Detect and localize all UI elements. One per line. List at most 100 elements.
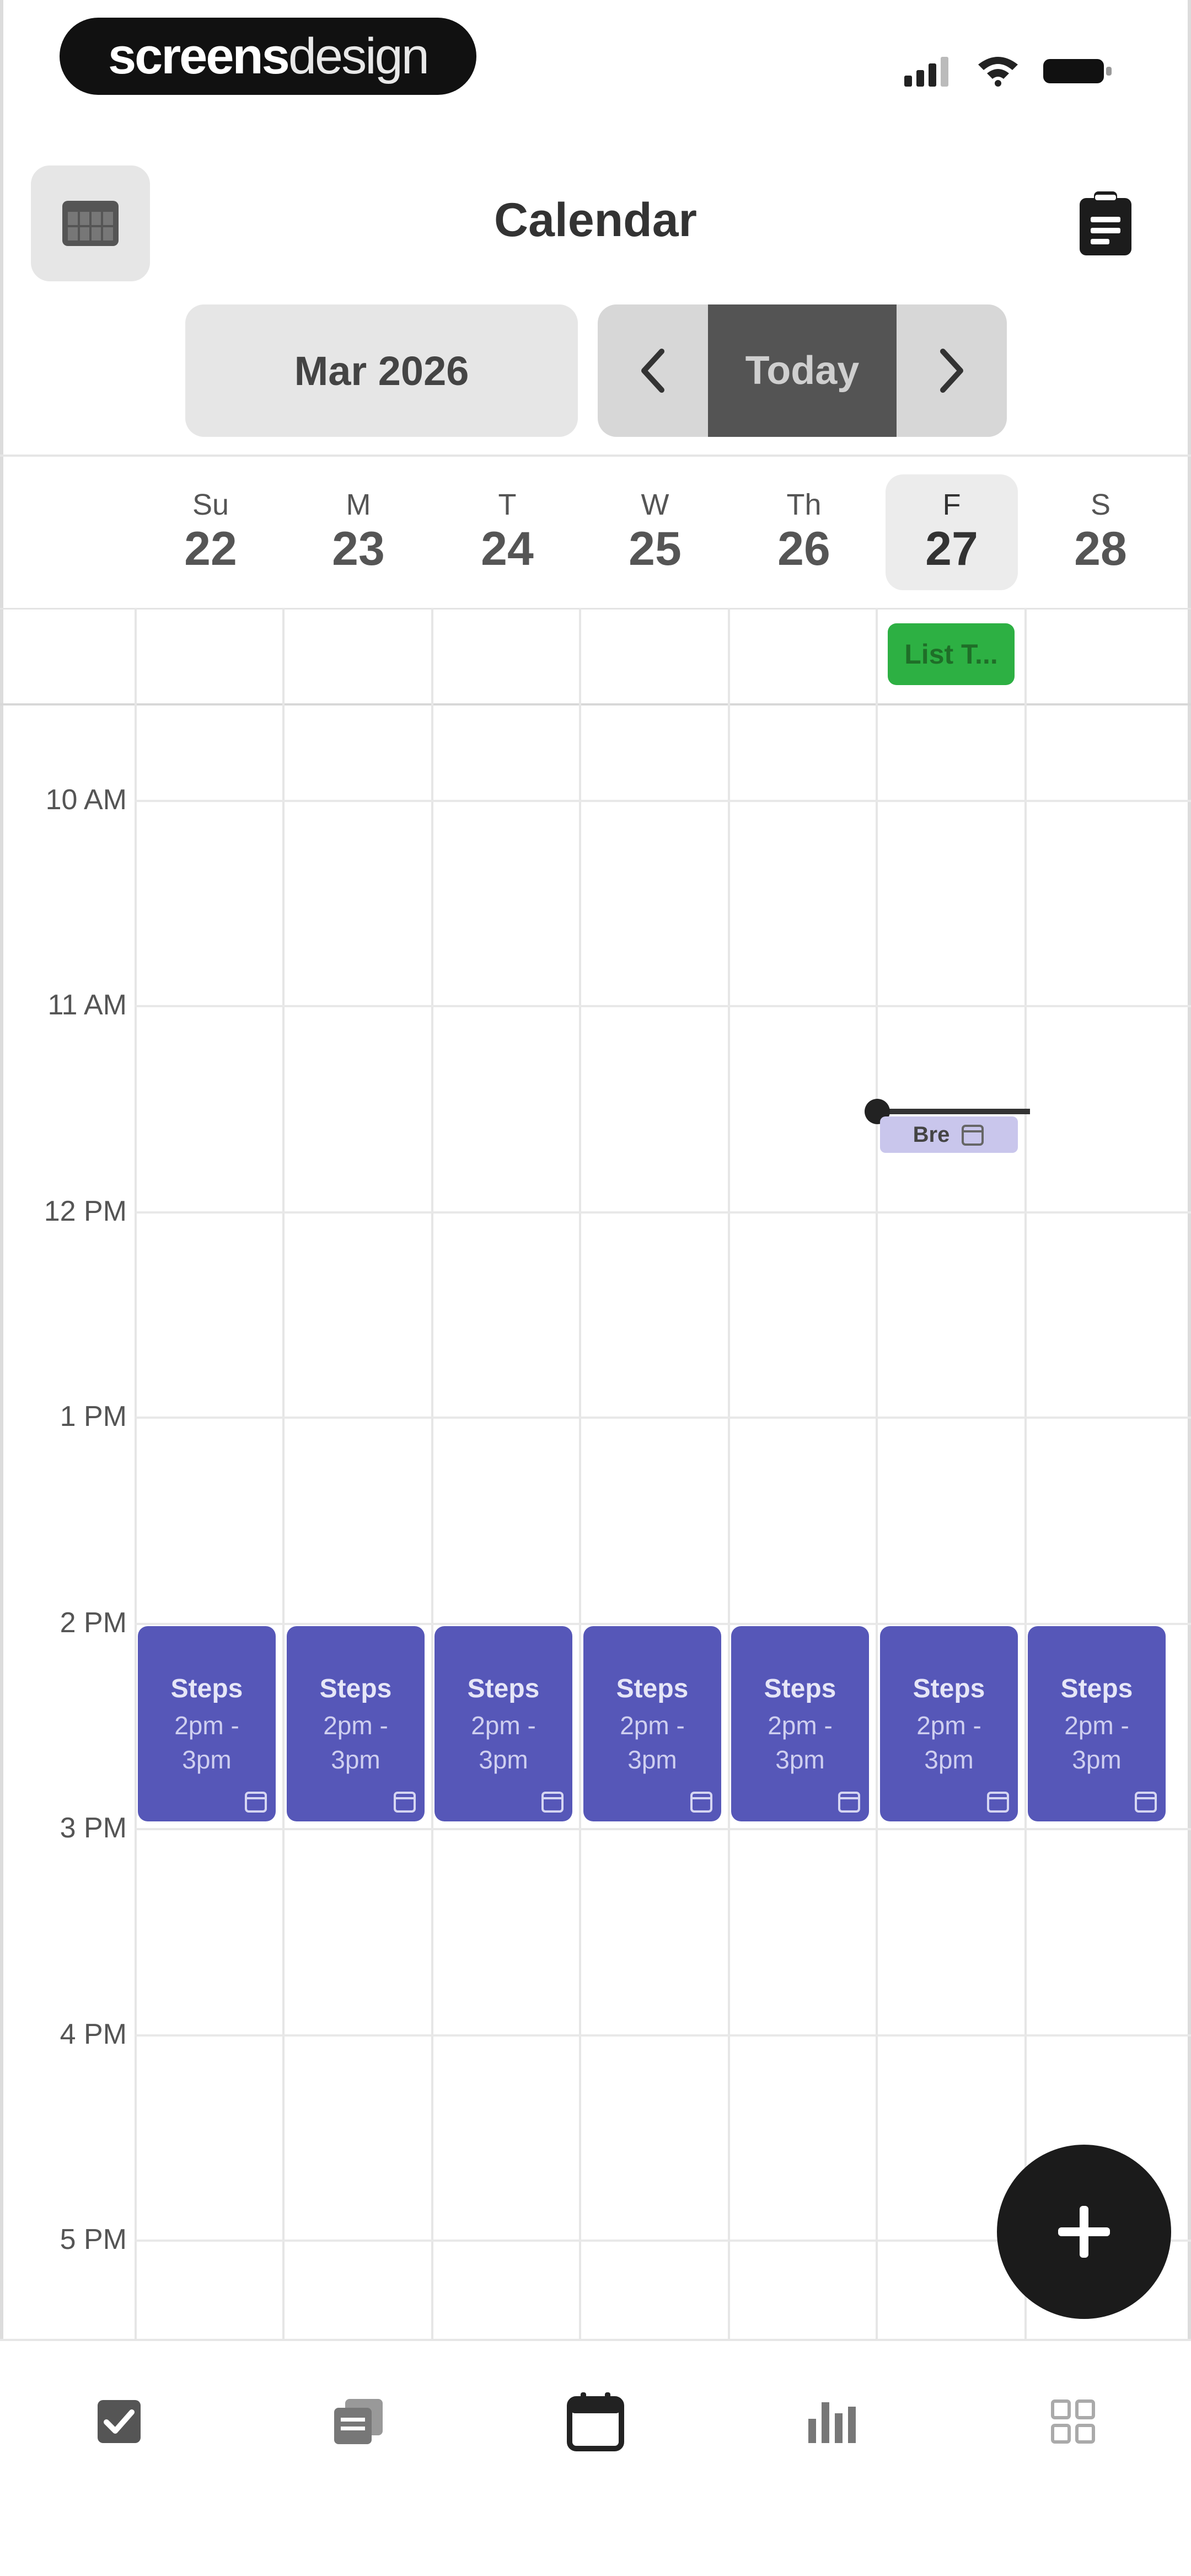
time-label: 5 PM [60,2224,127,2256]
next-week-button[interactable] [897,304,1007,437]
event-calendar-icon [541,1792,564,1813]
checklist-icon [98,2400,141,2443]
day-name: T [498,488,517,521]
day-name: Su [192,488,229,521]
tab-notes[interactable] [314,2383,403,2460]
event-calendar-icon [987,1792,1009,1813]
event-title: Steps [1060,1674,1133,1703]
hour-line [135,1211,1191,1214]
hour-line [135,2034,1191,2037]
grid-column-line [876,608,878,2340]
header-divider [0,455,1191,457]
plus-icon [1058,2206,1110,2258]
event-block[interactable]: Steps 2pm - 3pm [434,1626,572,1821]
day-header-sunday[interactable]: Su 22 [144,474,277,590]
add-event-button[interactable] [997,2145,1171,2319]
event-calendar-icon [245,1792,267,1813]
event-title: Steps [319,1674,392,1703]
previous-week-button[interactable] [598,304,708,437]
chevron-right-icon [940,349,963,393]
page-title: Calendar [493,194,698,247]
hour-line [135,1417,1191,1419]
day-number: 23 [332,522,385,575]
event-block[interactable]: Steps 2pm - 3pm [583,1626,721,1821]
status-icons [904,51,1114,89]
event-time-end: 3pm [1072,1745,1122,1774]
day-header-wednesday[interactable]: W 25 [589,474,721,590]
event-time-start: 2pm - [916,1711,981,1740]
grid-column-line [431,608,433,2340]
time-label: 12 PM [44,1195,127,1227]
brand-text-part1: screens [108,28,290,84]
time-label: 11 AM [47,989,127,1021]
event-time-start: 2pm - [768,1711,833,1740]
day-number: 24 [481,522,534,575]
day-name: M [346,488,371,521]
event-block[interactable]: Steps 2pm - 3pm [880,1626,1018,1821]
event-time-end: 3pm [924,1745,974,1774]
event-time-start: 2pm - [174,1711,239,1740]
mini-event[interactable]: Bre [880,1116,1018,1153]
hour-line [135,1623,1191,1625]
hour-line [135,800,1191,802]
wifi-icon [978,57,1018,87]
tab-stats[interactable] [788,2383,877,2460]
event-time: 2pm - 3pm [1028,1708,1166,1777]
tab-more[interactable] [1029,2383,1117,2460]
day-name: W [641,488,669,521]
event-time: 2pm - 3pm [880,1708,1018,1777]
calendar-screen: screens design Calendar Mar 2026 Today S… [0,0,1191,2576]
event-time-start: 2pm - [1064,1711,1129,1740]
day-header-thursday[interactable]: Th 26 [738,474,870,590]
event-time: 2pm - 3pm [287,1708,425,1777]
event-title: Steps [616,1674,689,1703]
day-header-saturday[interactable]: S 28 [1034,474,1167,590]
event-block[interactable]: Steps 2pm - 3pm [1028,1626,1166,1821]
day-header-tuesday[interactable]: T 24 [441,474,573,590]
grid-column-line [135,608,137,2340]
stats-icon [808,2402,856,2443]
all-day-event[interactable]: List T... [888,623,1015,685]
screen-border-right [1188,0,1191,2576]
day-header-friday-selected[interactable]: F 27 [886,474,1018,590]
event-title: Steps [170,1674,243,1703]
event-time: 2pm - 3pm [434,1708,572,1777]
today-button[interactable]: Today [708,304,897,437]
day-name: F [942,488,961,521]
event-time-end: 3pm [479,1745,528,1774]
screen-border-left [0,0,3,2576]
tab-calendar-active[interactable] [551,2383,640,2460]
time-label: 3 PM [60,1812,127,1844]
event-calendar-icon [838,1792,860,1813]
event-block[interactable]: Steps 2pm - 3pm [731,1626,869,1821]
time-label: 4 PM [60,2018,127,2050]
clipboard-icon [1080,191,1131,255]
month-selector-button[interactable]: Mar 2026 [185,304,578,437]
event-time-end: 3pm [331,1745,380,1774]
calendar-icon [567,2392,624,2451]
grid-column-line [1024,608,1027,2340]
event-time-start: 2pm - [620,1711,685,1740]
event-title: Steps [467,1674,540,1703]
hour-line [135,1828,1191,1830]
day-number: 22 [184,522,237,575]
tasks-clipboard-button[interactable] [1070,188,1141,259]
brand-text-part2: design [288,28,430,84]
event-calendar-icon [1135,1792,1157,1813]
hour-line [135,1005,1191,1007]
event-time: 2pm - 3pm [731,1708,869,1777]
event-title: Steps [913,1674,985,1703]
event-calendar-icon [394,1792,416,1813]
event-block[interactable]: Steps 2pm - 3pm [138,1626,276,1821]
grid-icon [1051,2399,1095,2444]
event-block[interactable]: Steps 2pm - 3pm [287,1626,425,1821]
chevron-left-icon [641,349,664,393]
day-name: S [1090,488,1111,521]
event-time-end: 3pm [627,1745,677,1774]
event-time-end: 3pm [775,1745,825,1774]
day-header-monday[interactable]: M 23 [292,474,425,590]
grid-column-line [282,608,285,2340]
event-time-end: 3pm [182,1745,232,1774]
day-number: 25 [629,522,682,575]
tab-tasks[interactable] [75,2383,163,2460]
